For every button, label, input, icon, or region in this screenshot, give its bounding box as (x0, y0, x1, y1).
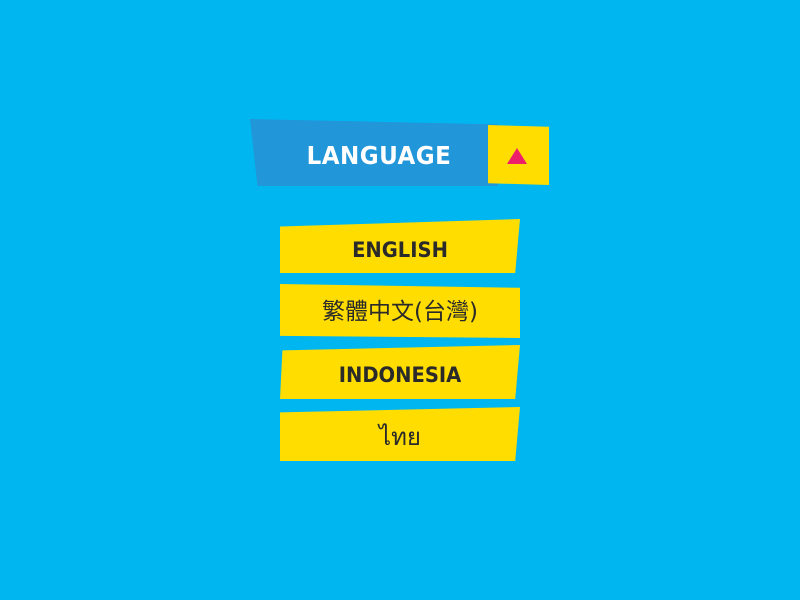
language-dropdown-header[interactable]: LANGUAGE (250, 119, 549, 186)
language-option-traditional-chinese[interactable]: 繁體中文(台灣) (280, 284, 520, 338)
language-option-label: ENGLISH (352, 238, 448, 262)
language-option-indonesia[interactable]: INDONESIA (280, 345, 520, 399)
collapse-toggle-button[interactable] (488, 125, 549, 185)
language-option-label: ไทย (379, 423, 421, 451)
language-option-label: INDONESIA (338, 363, 462, 387)
language-option-thai[interactable]: ไทย (280, 407, 520, 461)
language-title: LANGUAGE (306, 141, 452, 170)
triangle-up-icon (507, 148, 527, 164)
language-option-english[interactable]: ENGLISH (280, 219, 520, 273)
language-option-label: 繁體中文(台灣) (322, 299, 478, 325)
language-screen: LANGUAGE ENGLISH 繁體中文(台灣) INDONESIA ไทย (0, 0, 800, 600)
